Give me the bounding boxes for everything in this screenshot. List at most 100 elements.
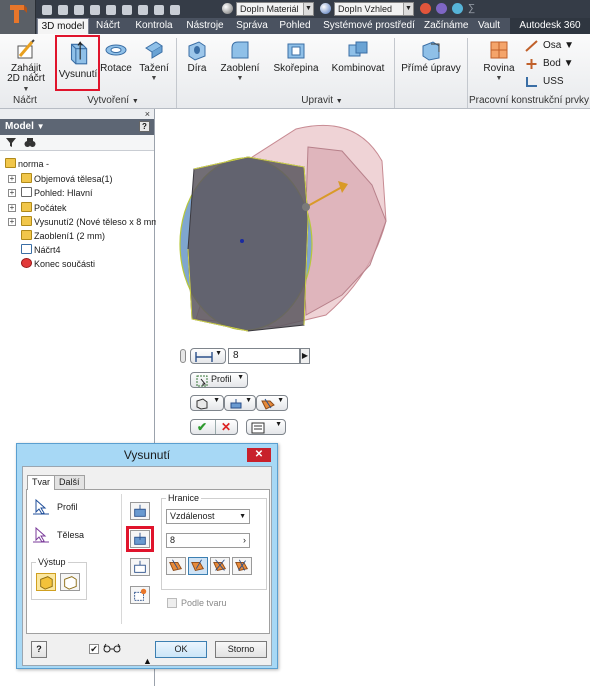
cancel-button[interactable]: Storno bbox=[215, 641, 267, 658]
distance-mode-button[interactable]: ▼ bbox=[190, 348, 226, 364]
ucs-button[interactable]: USS bbox=[525, 74, 564, 90]
intersect-operation-button[interactable] bbox=[130, 558, 150, 576]
new-solid-button[interactable] bbox=[130, 586, 150, 604]
tab-inspect[interactable]: Kontrola bbox=[134, 18, 174, 34]
tab-shape[interactable]: Tvar bbox=[27, 475, 55, 490]
tree-item-fillet[interactable]: Zaoblení1 (2 mm) bbox=[21, 229, 105, 243]
options-list-icon bbox=[251, 422, 265, 434]
options-button[interactable]: ▼ bbox=[246, 419, 286, 435]
profile-select-button[interactable] bbox=[31, 498, 51, 516]
update-icon[interactable] bbox=[154, 4, 164, 15]
appearance-combo[interactable]: DopIn Vzhled ▼ bbox=[334, 2, 414, 16]
shell-button[interactable]: Skořepina bbox=[272, 36, 320, 74]
extents-select[interactable]: Vzdálenost ▼ bbox=[166, 509, 250, 524]
direction-button[interactable]: ▼ bbox=[224, 395, 256, 411]
save-icon[interactable] bbox=[74, 4, 84, 15]
new-file-icon[interactable] bbox=[42, 4, 52, 15]
preview-checkbox[interactable]: ✔ bbox=[89, 644, 99, 654]
tree-item-root[interactable]: norma - bbox=[5, 157, 49, 171]
tab-sketch[interactable]: Náčrt bbox=[93, 18, 123, 34]
tab-3d-model[interactable]: 3D model bbox=[37, 18, 89, 34]
select-icon[interactable] bbox=[138, 4, 148, 15]
cut-operation-button[interactable] bbox=[130, 530, 150, 548]
expand-icon[interactable]: + bbox=[8, 218, 16, 226]
combine-button[interactable]: Kombinovat bbox=[330, 36, 386, 74]
tree-item-solid-bodies[interactable]: Objemová tělesa(1) bbox=[21, 172, 113, 186]
point-label: Bod bbox=[543, 58, 561, 69]
dialog-title[interactable]: Vysunutí bbox=[17, 444, 277, 466]
output-surface-button[interactable] bbox=[60, 573, 80, 591]
appearance-clear-icon[interactable] bbox=[420, 3, 431, 14]
profile-button[interactable]: Profil ▼ bbox=[190, 372, 248, 388]
symmetric-button[interactable] bbox=[210, 557, 230, 575]
qat-extra-icons: ∑ bbox=[420, 3, 480, 15]
asymmetric-button[interactable] bbox=[232, 557, 252, 575]
extents-distance-input[interactable]: 8 › bbox=[166, 533, 250, 548]
manipulator-base[interactable] bbox=[302, 203, 310, 211]
tree-item-end-of-part[interactable]: Konec součásti bbox=[21, 257, 95, 271]
tree-item-origin[interactable]: Počátek bbox=[21, 201, 67, 215]
panel-label-modify[interactable]: Upravit ▼ bbox=[177, 94, 467, 108]
tab-get-started[interactable]: Začínáme bbox=[424, 18, 468, 34]
expand-icon[interactable]: + bbox=[8, 189, 16, 197]
tab-vault[interactable]: Vault bbox=[474, 18, 504, 34]
undo-icon[interactable] bbox=[90, 4, 100, 15]
operation-button[interactable]: ▼ bbox=[256, 395, 288, 411]
join-operation-button[interactable] bbox=[130, 502, 150, 520]
point-button[interactable]: Bod ▼ bbox=[525, 56, 573, 72]
close-icon[interactable]: ✕ bbox=[247, 448, 271, 462]
tree-item-sketch[interactable]: Náčrt4 bbox=[21, 243, 61, 257]
ok-button[interactable]: OK bbox=[155, 641, 207, 658]
direction-2-button[interactable] bbox=[188, 557, 208, 575]
fillet-button[interactable]: Zaoblení ▼ bbox=[220, 36, 260, 84]
sweep-button[interactable]: Tažení ▼ bbox=[137, 36, 171, 84]
material-combo[interactable]: DopIn Materiál ▼ bbox=[236, 2, 314, 16]
direction-1-button[interactable] bbox=[166, 557, 186, 575]
solids-select-button[interactable] bbox=[31, 526, 51, 544]
output-solid-button[interactable] bbox=[36, 573, 56, 591]
tree-item-extrusion[interactable]: Vysunutí2 (Nové těleso x 8 mm) bbox=[21, 215, 162, 229]
start-2d-sketch-button[interactable]: Zahájit 2D náčrt ▼ bbox=[6, 36, 46, 95]
adjust-icon[interactable] bbox=[436, 3, 447, 14]
axis-button[interactable]: Osa ▼ bbox=[525, 38, 574, 54]
clear-icon[interactable] bbox=[452, 3, 463, 14]
inventor-logo-icon bbox=[10, 5, 27, 23]
tree-item-view[interactable]: Pohled: Hlavní bbox=[21, 186, 93, 200]
expand-icon[interactable]: + bbox=[8, 175, 16, 183]
extrusion-preview[interactable] bbox=[156, 109, 590, 339]
help-icon[interactable]: ? bbox=[139, 121, 150, 132]
hole-button[interactable]: Díra bbox=[182, 36, 212, 74]
find-icon[interactable] bbox=[24, 137, 36, 148]
filter-icon[interactable] bbox=[5, 137, 17, 148]
tab-autodesk-360[interactable]: Autodesk 360 bbox=[510, 18, 590, 34]
tab-tools[interactable]: Nástroje bbox=[184, 18, 226, 34]
browser-header[interactable]: Model ▼ ? bbox=[0, 119, 154, 135]
extrude-button[interactable]: Vysunutí bbox=[58, 36, 98, 80]
output-mode-button[interactable]: ▼ bbox=[190, 395, 224, 411]
tab-environments[interactable]: Systémové prostředí bbox=[320, 18, 418, 34]
direct-edit-button[interactable]: Přímé úpravy bbox=[400, 36, 462, 74]
plane-button[interactable]: Rovina ▼ bbox=[478, 36, 520, 84]
redo-icon[interactable] bbox=[106, 4, 116, 15]
distance-arrow-button[interactable]: ▶ bbox=[300, 348, 310, 364]
expand-dialog-icon[interactable]: ▲ bbox=[143, 656, 152, 666]
help-button[interactable]: ? bbox=[31, 641, 47, 658]
open-file-icon[interactable] bbox=[58, 4, 68, 15]
settings-icon[interactable] bbox=[170, 4, 180, 15]
revolve-button[interactable]: Rotace bbox=[100, 36, 132, 74]
checkmark-icon[interactable]: ✔ bbox=[197, 420, 207, 434]
home-icon[interactable] bbox=[122, 4, 132, 15]
distance-input[interactable]: 8 bbox=[228, 348, 300, 364]
tab-view[interactable]: Pohled bbox=[277, 18, 313, 34]
parameters-icon[interactable]: ∑ bbox=[468, 3, 479, 14]
close-icon[interactable]: × bbox=[145, 109, 150, 119]
expand-icon[interactable]: + bbox=[8, 204, 16, 212]
cursor-arrow-icon bbox=[33, 526, 49, 543]
match-shape-checkbox[interactable] bbox=[167, 598, 177, 608]
panel-label-create[interactable]: Vytvoření ▼ bbox=[50, 94, 176, 108]
minitoolbar-grip[interactable] bbox=[180, 349, 186, 363]
application-menu-button[interactable] bbox=[0, 0, 36, 36]
tab-manage[interactable]: Správa bbox=[235, 18, 269, 34]
tab-more[interactable]: Další bbox=[54, 475, 85, 489]
cancel-x-icon[interactable]: ✕ bbox=[221, 420, 231, 434]
